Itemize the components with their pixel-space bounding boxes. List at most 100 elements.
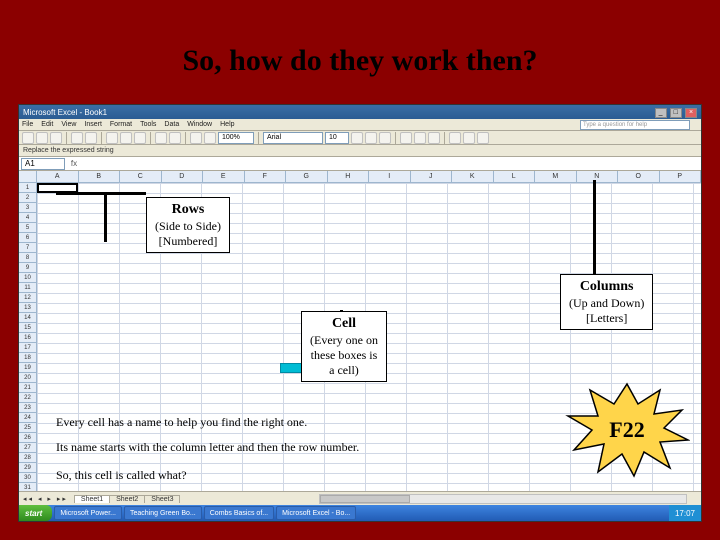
- fontsize-combo[interactable]: 10: [325, 132, 349, 144]
- open-icon[interactable]: [36, 132, 48, 144]
- copy-icon[interactable]: [120, 132, 132, 144]
- col-header[interactable]: M: [535, 171, 577, 182]
- row-header[interactable]: 24: [19, 413, 36, 423]
- sort-icon[interactable]: [204, 132, 216, 144]
- align-left-icon[interactable]: [400, 132, 412, 144]
- sheet-tab[interactable]: Sheet3: [144, 495, 180, 503]
- redo-icon[interactable]: [169, 132, 181, 144]
- align-right-icon[interactable]: [428, 132, 440, 144]
- menu-insert[interactable]: Insert: [84, 121, 102, 128]
- taskbar-item[interactable]: Combs Basics of...: [204, 506, 274, 520]
- col-header[interactable]: D: [162, 171, 204, 182]
- row-header[interactable]: 25: [19, 423, 36, 433]
- row-header[interactable]: 22: [19, 393, 36, 403]
- fx-icon[interactable]: fx: [67, 159, 81, 168]
- col-header[interactable]: F: [245, 171, 287, 182]
- col-header[interactable]: H: [328, 171, 370, 182]
- minimize-icon[interactable]: _: [655, 108, 667, 118]
- row-header[interactable]: 1: [19, 183, 36, 193]
- col-header[interactable]: B: [79, 171, 121, 182]
- row-header[interactable]: 26: [19, 433, 36, 443]
- align-center-icon[interactable]: [414, 132, 426, 144]
- row-header[interactable]: 29: [19, 463, 36, 473]
- col-header[interactable]: P: [660, 171, 702, 182]
- menu-tools[interactable]: Tools: [140, 121, 156, 128]
- row-header[interactable]: 4: [19, 213, 36, 223]
- horizontal-scrollbar[interactable]: [319, 494, 687, 504]
- cut-icon[interactable]: [106, 132, 118, 144]
- row-header[interactable]: 20: [19, 373, 36, 383]
- col-header[interactable]: K: [452, 171, 494, 182]
- close-icon[interactable]: ×: [685, 108, 697, 118]
- autosum-icon[interactable]: [190, 132, 202, 144]
- ask-question-box[interactable]: Type a question for help: [580, 120, 690, 130]
- select-all-corner[interactable]: [19, 171, 37, 183]
- save-icon[interactable]: [50, 132, 62, 144]
- callout-title: Columns: [569, 278, 644, 296]
- col-header[interactable]: C: [120, 171, 162, 182]
- fill-color-icon[interactable]: [463, 132, 475, 144]
- row-header[interactable]: 28: [19, 453, 36, 463]
- col-header[interactable]: A: [37, 171, 79, 182]
- font-combo[interactable]: Arial: [263, 132, 323, 144]
- paste-icon[interactable]: [134, 132, 146, 144]
- row-header[interactable]: 17: [19, 343, 36, 353]
- col-header[interactable]: I: [369, 171, 411, 182]
- menu-data[interactable]: Data: [164, 121, 179, 128]
- col-header[interactable]: E: [203, 171, 245, 182]
- scroll-thumb[interactable]: [320, 495, 410, 503]
- row-header[interactable]: 2: [19, 193, 36, 203]
- menu-format[interactable]: Format: [110, 121, 132, 128]
- row-header[interactable]: 10: [19, 273, 36, 283]
- row-header[interactable]: 12: [19, 293, 36, 303]
- borders-icon[interactable]: [449, 132, 461, 144]
- row-header[interactable]: 5: [19, 223, 36, 233]
- row-header[interactable]: 15: [19, 323, 36, 333]
- row-header[interactable]: 21: [19, 383, 36, 393]
- taskbar-item[interactable]: Teaching Green Bo...: [124, 506, 202, 520]
- row-header[interactable]: 6: [19, 233, 36, 243]
- row-header[interactable]: 16: [19, 333, 36, 343]
- col-header[interactable]: N: [577, 171, 619, 182]
- row-header[interactable]: 3: [19, 203, 36, 213]
- undo-icon[interactable]: [155, 132, 167, 144]
- italic-icon[interactable]: [365, 132, 377, 144]
- sheet-tab[interactable]: Sheet1: [74, 495, 110, 503]
- menu-help[interactable]: Help: [220, 121, 234, 128]
- maximize-icon[interactable]: □: [670, 108, 682, 118]
- bold-icon[interactable]: [351, 132, 363, 144]
- name-box[interactable]: A1: [21, 158, 65, 170]
- col-header[interactable]: L: [494, 171, 536, 182]
- zoom-combo[interactable]: 100%: [218, 132, 254, 144]
- underline-icon[interactable]: [379, 132, 391, 144]
- menu-view[interactable]: View: [61, 121, 76, 128]
- new-icon[interactable]: [22, 132, 34, 144]
- col-header[interactable]: J: [411, 171, 453, 182]
- row-header[interactable]: 9: [19, 263, 36, 273]
- tab-nav-icons[interactable]: ◂◂ ◂ ▸ ▸▸: [23, 495, 68, 503]
- row-header[interactable]: 31: [19, 483, 36, 491]
- col-header[interactable]: O: [618, 171, 660, 182]
- taskbar-item[interactable]: Microsoft Excel - Bo...: [276, 506, 356, 520]
- callout-title: Cell: [310, 315, 378, 333]
- row-header[interactable]: 13: [19, 303, 36, 313]
- row-header[interactable]: 7: [19, 243, 36, 253]
- menu-window[interactable]: Window: [187, 121, 212, 128]
- font-color-icon[interactable]: [477, 132, 489, 144]
- row-header[interactable]: 23: [19, 403, 36, 413]
- col-header[interactable]: G: [286, 171, 328, 182]
- row-header[interactable]: 30: [19, 473, 36, 483]
- row-header[interactable]: 19: [19, 363, 36, 373]
- row-header[interactable]: 14: [19, 313, 36, 323]
- row-header[interactable]: 11: [19, 283, 36, 293]
- row-header[interactable]: 18: [19, 353, 36, 363]
- sheet-tab[interactable]: Sheet2: [109, 495, 145, 503]
- preview-icon[interactable]: [85, 132, 97, 144]
- menu-edit[interactable]: Edit: [41, 121, 53, 128]
- row-header[interactable]: 27: [19, 443, 36, 453]
- row-header[interactable]: 8: [19, 253, 36, 263]
- menu-file[interactable]: File: [22, 121, 33, 128]
- start-button[interactable]: start: [19, 505, 52, 521]
- taskbar-item[interactable]: Microsoft Power...: [54, 506, 122, 520]
- print-icon[interactable]: [71, 132, 83, 144]
